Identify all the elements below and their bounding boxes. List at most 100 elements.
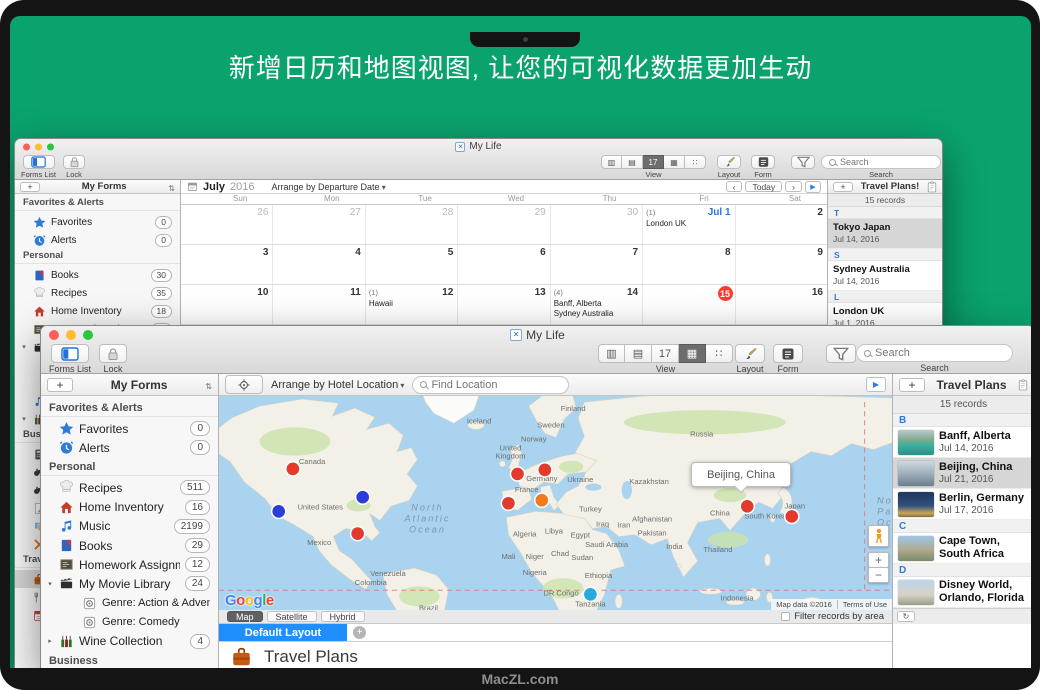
map-pin[interactable] [583, 587, 597, 601]
lock-icon[interactable] [63, 155, 85, 169]
map-pin[interactable] [501, 496, 515, 510]
map-pin[interactable] [785, 509, 799, 523]
layout-toolbar-item[interactable]: Layout [735, 344, 765, 374]
sort-order-icon[interactable] [205, 376, 212, 394]
calendar-cell[interactable]: 16 [736, 285, 827, 324]
map-pin[interactable] [510, 467, 524, 481]
disclosure-triangle-icon[interactable]: ▾ [20, 415, 28, 423]
record-list-item[interactable]: Beijing, ChinaJul 21, 2016 [893, 458, 1031, 489]
calendar-cell[interactable]: 30 [551, 205, 643, 244]
view-segment-columns-icon[interactable]: ▥ [598, 344, 625, 363]
map-pin-callout[interactable]: Beijing, China [691, 462, 791, 487]
map-pin[interactable] [272, 504, 286, 518]
sidebar-item-home-inventory[interactable]: Home Inventory18 [15, 302, 180, 320]
add-record-button[interactable]: + [899, 378, 925, 392]
layout-brush-icon[interactable] [735, 344, 765, 363]
view-segment-grid-icon[interactable]: ∷ [706, 344, 733, 363]
slideshow-button[interactable]: ▶ [866, 377, 886, 392]
find-location-input[interactable] [431, 379, 561, 391]
disclosure-triangle-icon[interactable]: ▾ [46, 580, 54, 588]
calendar-cell[interactable]: 7 [551, 245, 643, 284]
minimize-button[interactable] [35, 143, 42, 150]
filter-funnel-icon[interactable] [791, 155, 815, 169]
disclosure-triangle-icon[interactable]: ▾ [20, 343, 28, 351]
forms-list-icon[interactable] [23, 155, 55, 169]
view-segment-map-icon[interactable]: ▦ [679, 344, 706, 363]
view-segment-list-icon[interactable]: ▤ [622, 155, 643, 169]
sidebar-item-books[interactable]: Books29 [41, 536, 218, 555]
form-toolbar-item[interactable]: Form [751, 155, 775, 179]
calendar-cell[interactable]: (1)Jul 1London UK [643, 205, 735, 244]
sidebar-item-alerts[interactable]: Alerts0 [41, 438, 218, 457]
form-toolbar-item[interactable]: Form [773, 344, 803, 374]
search-field[interactable] [821, 155, 941, 169]
calendar-cell[interactable]: 28 [366, 205, 458, 244]
calendar-cell[interactable]: 10 [181, 285, 273, 324]
sidebar-item-music[interactable]: Music2199 [41, 517, 218, 536]
add-layout-button[interactable]: + [353, 626, 366, 639]
sidebar-item-recipes[interactable]: Recipes511 [41, 478, 218, 497]
slideshow-button[interactable]: ▶ [805, 181, 821, 193]
zoom-button[interactable] [47, 143, 54, 150]
layout-brush-icon[interactable] [717, 155, 741, 169]
map-pin[interactable] [351, 527, 365, 541]
layout-toolbar-item[interactable]: Layout [717, 155, 741, 179]
map-type-hybrid-button[interactable]: Hybrid [321, 611, 365, 622]
calendar-cell[interactable]: 9 [736, 245, 827, 284]
search-input[interactable] [875, 347, 1005, 359]
sidebar-item-wine-collection[interactable]: ▸Wine Collection4 [41, 632, 218, 651]
calendar-cell[interactable]: 13 [458, 285, 550, 324]
prev-month-button[interactable]: ‹ [726, 181, 743, 192]
filter-records-by-area[interactable]: Filter records by area [781, 611, 884, 622]
record-list-item[interactable]: Cape Town, South Africa [893, 533, 1031, 564]
view-segment-columns-icon[interactable]: ▥ [601, 155, 622, 169]
arrange-by-dropdown[interactable]: Arrange by Departure Date [272, 182, 386, 192]
close-button[interactable] [49, 330, 59, 340]
sidebar-item-homework-assignments[interactable]: Homework Assignments12 [41, 555, 218, 574]
view-segment-list-icon[interactable]: ▤ [625, 344, 652, 363]
filter-toolbar-item[interactable] [826, 344, 856, 363]
form-icon[interactable] [773, 344, 803, 363]
next-month-button[interactable]: › [785, 181, 802, 192]
record-list-item[interactable]: Sydney AustraliaJul 14, 2016 [828, 261, 942, 291]
sidebar-item-alerts[interactable]: Alerts0 [15, 231, 180, 249]
map-pin[interactable] [356, 490, 370, 504]
find-location-field[interactable] [412, 376, 569, 394]
terms-of-use-link[interactable]: Terms of Use [837, 600, 892, 609]
sidebar-item-favorites[interactable]: Favorites0 [15, 213, 180, 231]
refresh-button[interactable]: ↻ [897, 611, 915, 622]
calendar-cell[interactable]: 8 [643, 245, 735, 284]
calendar-cell[interactable]: 6 [458, 245, 550, 284]
map-zoom-in-button[interactable]: + [868, 552, 889, 568]
lock-toolbar-item[interactable]: Lock [99, 344, 127, 374]
calendar-cell[interactable]: 15 [643, 285, 735, 324]
map-type-satellite-button[interactable]: Satellite [267, 611, 317, 622]
map-pin[interactable] [286, 462, 300, 476]
record-list-item[interactable]: Banff, AlbertaJul 14, 2016 [893, 427, 1031, 458]
form-icon[interactable] [751, 155, 775, 169]
sidebar-item-my-movie-library[interactable]: ▾My Movie Library24 [41, 574, 218, 593]
lock-toolbar-item[interactable]: Lock [63, 155, 85, 179]
search-input[interactable] [840, 157, 933, 167]
map-type-map-button[interactable]: Map [227, 611, 263, 622]
map-pin[interactable] [740, 499, 754, 513]
calendar-cell[interactable]: (1)12Hawaii [366, 285, 458, 324]
calendar-cell[interactable]: (4)14Banff, AlbertaSydney Australia [551, 285, 643, 324]
view-segment-map-icon[interactable]: ▦ [664, 155, 685, 169]
disclosure-triangle-icon[interactable]: ▸ [46, 637, 54, 645]
calendar-cell[interactable]: 29 [458, 205, 550, 244]
map-zoom-out-button[interactable]: − [868, 567, 889, 583]
map-pin[interactable] [535, 493, 549, 507]
map-pin[interactable] [538, 463, 552, 477]
minimize-button[interactable] [66, 330, 76, 340]
record-list-item[interactable]: Disney World, Orlando, Florida [893, 577, 1031, 608]
arrange-by-dropdown[interactable]: Arrange by Hotel Location [271, 379, 404, 391]
sidebar-item-home-inventory[interactable]: Home Inventory16 [41, 498, 218, 517]
calendar-cell[interactable]: 27 [273, 205, 365, 244]
calendar-cell[interactable]: 3 [181, 245, 273, 284]
close-button[interactable] [23, 143, 30, 150]
add-form-button[interactable]: + [20, 182, 40, 192]
today-button[interactable]: Today [745, 181, 782, 192]
default-layout-tab[interactable]: Default Layout [219, 624, 347, 641]
clipboard-icon[interactable] [927, 181, 937, 193]
